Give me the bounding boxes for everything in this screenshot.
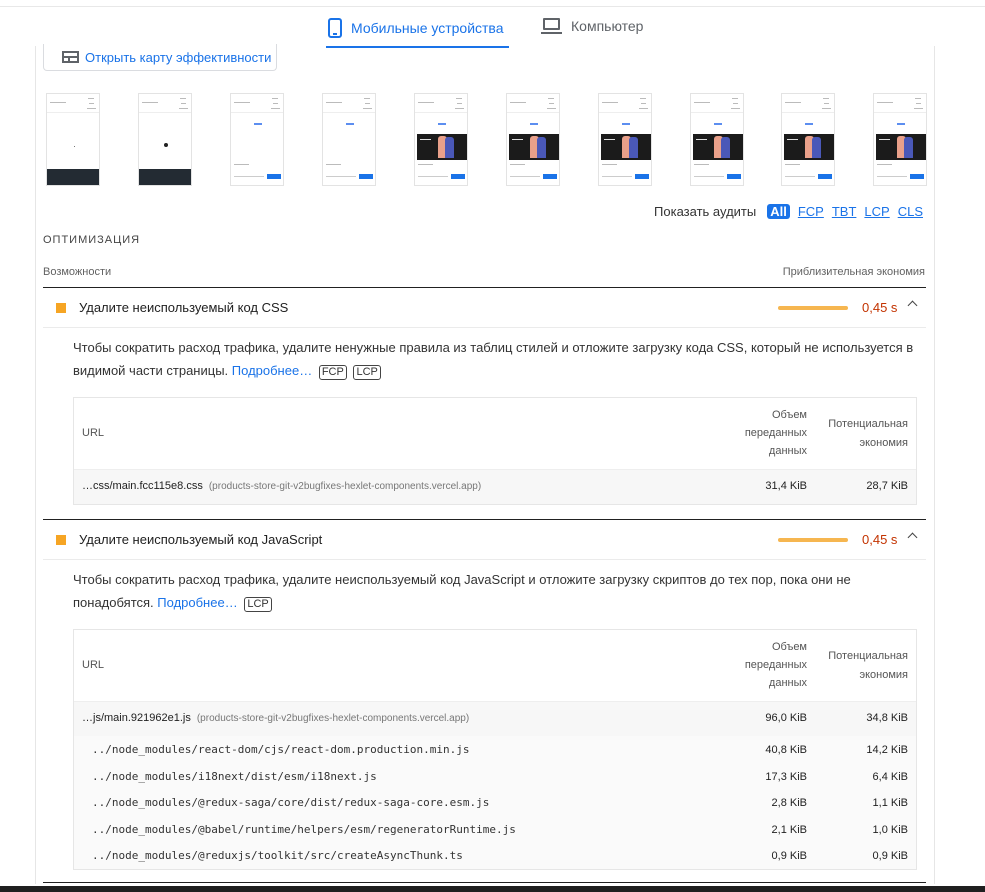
filter-chip-tbt[interactable]: TBT [832, 204, 857, 219]
open-treemap-label: Открыть карту эффективности [85, 49, 272, 65]
audits-filter: Показать аудиты All FCP TBT LCP CLS [654, 204, 923, 219]
transfer-size: 17,3 KiB [765, 770, 807, 783]
column-transfer-size: Объем переданных данных [744, 409, 807, 457]
source-file-url: ../node_modules/@redux-saga/core/dist/re… [92, 796, 490, 809]
potential-savings: 1,0 KiB [872, 823, 908, 836]
transfer-size: 96,0 KiB [765, 712, 807, 724]
filmstrip-frame [46, 93, 100, 186]
source-file-url: ../node_modules/react-dom/cjs/react-dom.… [92, 743, 470, 756]
filter-chip-all[interactable]: All [767, 204, 790, 219]
chevron-up-icon[interactable] [907, 300, 918, 311]
filmstrip-frame [322, 93, 376, 186]
tab-desktop-label: Компьютер [571, 18, 644, 34]
audit-header-unused-css[interactable]: Удалите неиспользуемый код CSS 0,45 s [43, 288, 926, 328]
table-subrow: ../node_modules/i18next/dist/esm/i18next… [74, 762, 916, 789]
audit-title: Удалите неиспользуемый код JavaScript [79, 532, 323, 547]
transfer-size: 0,9 KiB [771, 850, 807, 862]
metric-tag-fcp: FCP [318, 365, 347, 380]
column-potential-savings: Потенциальная экономия [828, 418, 908, 449]
resource-host: (products-store-git-v2bugfixes-hexlet-co… [196, 713, 470, 724]
transfer-size: 40,8 KiB [765, 744, 807, 756]
filter-chip-cls[interactable]: CLS [898, 204, 923, 219]
table-row: …css/main.fcc115e8.css (products-store-gi… [74, 470, 916, 504]
transfer-size: 2,1 KiB [771, 823, 807, 836]
tab-desktop[interactable]: Компьютер [541, 18, 643, 34]
savings-bar [778, 538, 848, 542]
source-file-url: ../node_modules/i18next/dist/esm/i18next… [92, 769, 377, 783]
filmstrip-frame [414, 93, 468, 186]
page-top-edge [0, 0, 985, 7]
filmstrip-frame [230, 93, 284, 186]
table-subrow: ../node_modules/@redux-saga/core/dist/re… [74, 789, 916, 816]
table-header: URL Объем переданных данных Потенциальна… [74, 398, 916, 470]
column-url: URL [82, 427, 105, 439]
metric-tag-lcp: LCP [353, 365, 381, 380]
learn-more-link[interactable]: Подробнее… [157, 595, 237, 610]
audit-title: Удалите неиспользуемый код CSS [79, 300, 289, 315]
laptop-icon [541, 18, 562, 34]
treemap-icon [62, 51, 79, 63]
table-subrow: ../node_modules/@babel/runtime/helpers/e… [74, 815, 916, 842]
savings-value: 0,45 s [862, 300, 898, 315]
resource-url[interactable]: …css/main.fcc115e8.css (products-store-gi… [82, 480, 481, 492]
resource-url[interactable]: …js/main.921962e1.js (products-store-git-… [82, 712, 469, 724]
column-transfer-size: Объем переданных данных [744, 641, 807, 689]
filmstrip-frame [781, 93, 835, 186]
bottom-window-edge [0, 886, 985, 892]
active-tab-indicator [326, 46, 509, 48]
potential-savings: 6,4 KiB [872, 770, 908, 783]
tab-mobile[interactable]: Мобильные устройства [328, 18, 504, 38]
filter-chip-fcp[interactable]: FCP [798, 204, 824, 219]
smartphone-icon [328, 18, 342, 38]
next-audit-divider [43, 882, 926, 883]
open-treemap-button[interactable]: Открыть карту эффективности [43, 44, 277, 71]
section-title: ОПТИМИЗАЦИЯ [43, 234, 141, 246]
transfer-size: 2,8 KiB [771, 797, 807, 809]
filmstrip-frame [598, 93, 652, 186]
audits-filter-label: Показать аудиты [654, 204, 757, 219]
filmstrip [0, 93, 985, 186]
table-subrow: ../node_modules/@reduxjs/toolkit/src/cre… [74, 842, 916, 869]
resource-path: …js/main.921962e1.js [82, 712, 191, 724]
audit-description-text: Чтобы сократить расход трафика, удалите … [73, 340, 914, 378]
filmstrip-frame [873, 93, 927, 186]
potential-savings: 14,2 KiB [866, 744, 908, 756]
potential-savings: 0,9 KiB [872, 850, 908, 862]
audit-unused-javascript: Удалите неиспользуемый код JavaScript 0,… [43, 519, 926, 881]
resource-host: (products-store-git-v2bugfixes-hexlet-co… [208, 481, 482, 492]
table-row: …js/main.921962e1.js (products-store-git-… [74, 702, 916, 736]
source-file-url: ../node_modules/@babel/runtime/helpers/e… [92, 822, 516, 836]
audit-description: Чтобы сократить расход трафика, удалите … [73, 568, 923, 614]
resource-path: …css/main.fcc115e8.css [82, 480, 203, 492]
warning-square-icon [56, 535, 66, 545]
filmstrip-frame [690, 93, 744, 186]
savings-value: 0,45 s [862, 532, 898, 547]
table-header: URL Объем переданных данных Потенциальна… [74, 630, 916, 702]
estimated-savings-column-header: Приблизительная экономия [782, 266, 925, 278]
warning-square-icon [56, 303, 66, 313]
tab-mobile-label: Мобильные устройства [351, 20, 504, 36]
metric-tag-lcp: LCP [244, 597, 272, 612]
filmstrip-frame [506, 93, 560, 186]
potential-savings: 28,7 KiB [866, 480, 908, 492]
opportunities-column-header: Возможности [43, 266, 112, 278]
audit-unused-css: Удалите неиспользуемый код CSS 0,45 s Чт… [43, 287, 926, 520]
audit-header-unused-javascript[interactable]: Удалите неиспользуемый код JavaScript 0,… [43, 520, 926, 560]
savings-bar [778, 306, 848, 310]
filmstrip-frame [138, 93, 192, 186]
transfer-size: 31,4 KiB [765, 480, 807, 492]
audit-description: Чтобы сократить расход трафика, удалите … [73, 336, 923, 382]
learn-more-link[interactable]: Подробнее… [232, 363, 312, 378]
table-subrow: ../node_modules/react-dom/cjs/react-dom.… [74, 736, 916, 763]
filter-chip-lcp[interactable]: LCP [864, 204, 889, 219]
column-url: URL [82, 659, 105, 671]
potential-savings: 1,1 KiB [872, 797, 908, 809]
source-file-url: ../node_modules/@reduxjs/toolkit/src/cre… [92, 849, 463, 862]
audit-details-table: URL Объем переданных данных Потенциальна… [73, 397, 917, 505]
column-potential-savings: Потенциальная экономия [828, 650, 908, 681]
potential-savings: 34,8 KiB [866, 712, 908, 724]
audit-details-table: URL Объем переданных данных Потенциальна… [73, 629, 917, 870]
chevron-up-icon[interactable] [907, 532, 918, 543]
